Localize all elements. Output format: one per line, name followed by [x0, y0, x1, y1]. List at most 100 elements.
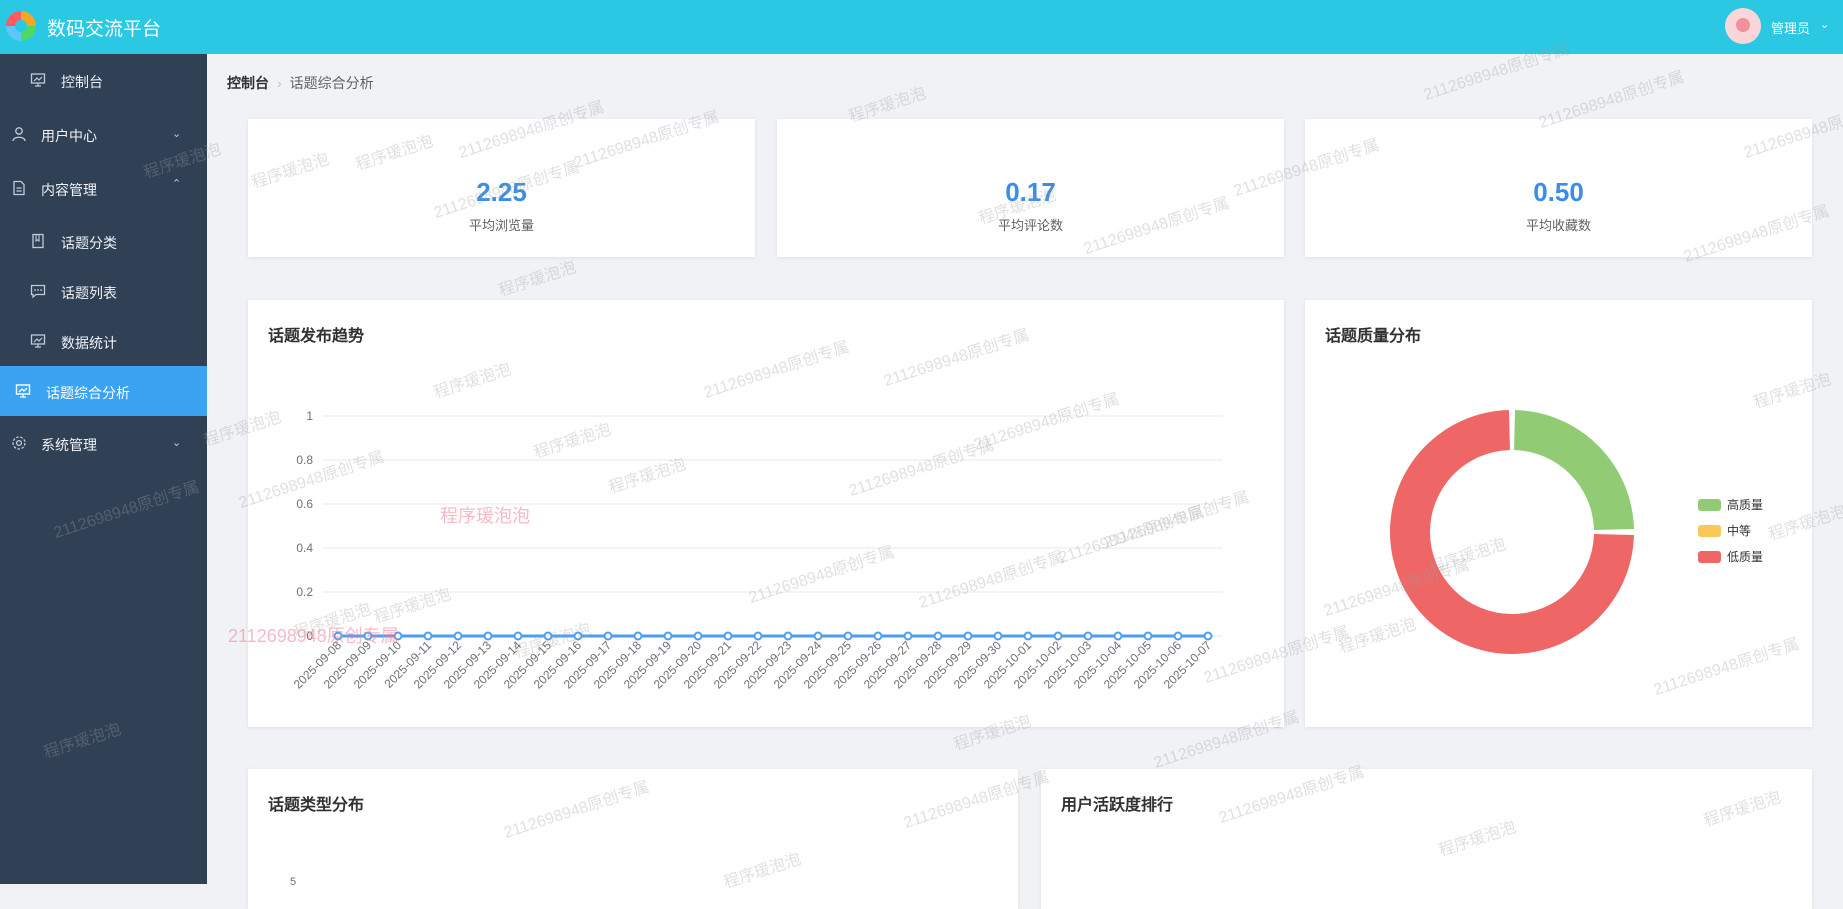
data-point — [333, 631, 343, 641]
data-point — [1143, 631, 1153, 641]
data-point — [573, 631, 583, 641]
data-point — [813, 631, 823, 641]
data-point — [1053, 631, 1063, 641]
data-point — [363, 631, 373, 641]
data-point — [513, 631, 523, 641]
chart-icon — [30, 333, 46, 352]
data-point — [783, 631, 793, 641]
sidebar: 控制台 用户中心 ⌄ 内容管理 ⌃ 话题分类 话题列表 数据统计 话题综合分析 … — [0, 54, 207, 884]
data-point — [723, 631, 733, 641]
quality-donut-chart: 高质量中等低质量 — [1390, 410, 1763, 654]
document-icon — [11, 180, 27, 199]
data-point — [843, 631, 853, 641]
data-point — [1203, 631, 1213, 641]
chevron-down-icon: ⌄ — [172, 128, 182, 140]
sidebar-item-label: 话题列表 — [61, 285, 117, 301]
sidebar-item-label: 用户中心 — [41, 128, 97, 144]
legend-label: 低质量 — [1727, 550, 1763, 564]
analysis-icon — [15, 383, 31, 402]
stat-value: 0.17 — [1005, 177, 1056, 207]
sidebar-item-label: 控制台 — [61, 74, 103, 90]
stat-label: 平均浏览量 — [468, 218, 534, 233]
sidebar-item-topic-category[interactable]: 话题分类 — [0, 215, 207, 266]
stat-card-avg-comments: 0.17 平均评论数 — [777, 119, 1284, 257]
sidebar-item-label: 内容管理 — [41, 182, 97, 198]
sidebar-item-topic-list[interactable]: 话题列表 — [0, 266, 207, 316]
sidebar-item-content-management[interactable]: 内容管理 ⌃ — [0, 160, 207, 215]
legend-label: 高质量 — [1727, 497, 1763, 512]
sidebar-item-data-statistics[interactable]: 数据统计 — [0, 316, 207, 366]
top-header: 数码交流平台 管理员 ⌄ — [0, 0, 1843, 54]
sidebar-item-label: 话题分类 — [61, 235, 117, 251]
breadcrumb: 控制台 › 话题综合分析 — [227, 73, 374, 93]
sidebar-item-dashboard[interactable]: 控制台 — [0, 54, 207, 107]
legend-swatch — [1698, 499, 1721, 511]
data-point — [963, 631, 973, 641]
chevron-up-icon: ⌃ — [172, 178, 182, 190]
data-point — [423, 631, 433, 641]
data-point — [1023, 631, 1033, 641]
user-name[interactable]: 管理员 — [1771, 18, 1810, 37]
user-icon — [11, 126, 27, 145]
data-point — [1083, 631, 1093, 641]
sidebar-item-label: 话题综合分析 — [46, 385, 130, 401]
y-tick-label: 0.2 — [296, 585, 313, 599]
data-point — [603, 631, 613, 641]
data-point — [543, 631, 553, 641]
app-title: 数码交流平台 — [47, 19, 162, 40]
data-point — [453, 631, 463, 641]
data-point — [483, 631, 493, 641]
stat-card-avg-favorites: 0.50 平均收藏数 — [1305, 119, 1812, 257]
data-point — [993, 631, 1003, 641]
sidebar-item-system-management[interactable]: 系统管理 ⌄ — [0, 416, 207, 469]
legend-swatch — [1698, 551, 1721, 563]
data-point — [753, 631, 763, 641]
breadcrumb-current: 话题综合分析 — [289, 75, 374, 91]
trend-chart-card: 话题发布趋势 0 0.2 0.4 0.6 0.8 1 2025-09-08 2025-09-0… — [248, 300, 1284, 727]
data-point — [1113, 631, 1123, 641]
watermark: 程序瑗泡泡 — [496, 258, 579, 300]
data-point — [903, 631, 913, 641]
stat-label: 平均收藏数 — [1525, 218, 1591, 233]
data-point — [933, 631, 943, 641]
breadcrumb-separator-icon: › — [277, 75, 282, 91]
app-logo[interactable] — [6, 11, 36, 41]
trend-line-chart: 00.20.40.60.812025-09-082025-09-092025-0… — [291, 409, 1223, 692]
stat-label: 平均评论数 — [997, 218, 1063, 233]
data-point — [633, 631, 643, 641]
gear-icon — [11, 435, 27, 454]
breadcrumb-home[interactable]: 控制台 — [227, 75, 269, 91]
data-point — [663, 631, 673, 641]
sidebar-item-label: 系统管理 — [41, 437, 97, 453]
chevron-down-icon[interactable]: ⌄ — [1820, 18, 1829, 31]
avatar[interactable] — [1725, 8, 1761, 44]
sidebar-item-user-center[interactable]: 用户中心 ⌄ — [0, 107, 207, 160]
legend-label: 中等 — [1727, 523, 1751, 538]
data-point — [393, 631, 403, 641]
legend-swatch — [1698, 525, 1721, 537]
chevron-down-icon: ⌄ — [172, 437, 182, 449]
type-chart-card: 话题类型分布 5 — [248, 769, 1018, 909]
data-point — [1173, 631, 1183, 641]
y-tick-label: 0.4 — [296, 541, 313, 555]
data-point — [693, 631, 703, 641]
type-chart-title: 话题类型分布 — [268, 797, 365, 814]
stat-value: 0.50 — [1533, 177, 1584, 207]
y-tick-label: 1 — [306, 409, 313, 423]
stat-card-avg-views: 2.25 平均浏览量 — [248, 119, 755, 257]
activity-ranking-card: 用户活跃度排行 — [1041, 769, 1812, 909]
pie-slice — [1514, 410, 1634, 530]
bookmark-icon — [30, 233, 46, 252]
y-tick-label: 0.8 — [296, 453, 313, 467]
type-chart-tick-label: 5 — [290, 876, 297, 888]
sidebar-item-topic-analysis[interactable]: 话题综合分析 — [0, 366, 207, 416]
comment-icon — [30, 283, 46, 302]
data-point — [873, 631, 883, 641]
dashboard-icon — [30, 72, 46, 91]
y-tick-label: 0.6 — [296, 497, 313, 511]
y-tick-label: 0 — [306, 629, 313, 643]
stat-value: 2.25 — [476, 177, 527, 207]
sidebar-item-label: 数据统计 — [61, 335, 117, 351]
activity-ranking-title: 用户活跃度排行 — [1061, 797, 1174, 814]
quality-chart-card: 话题质量分布 高质量 中等 低质量 — [1305, 300, 1812, 727]
